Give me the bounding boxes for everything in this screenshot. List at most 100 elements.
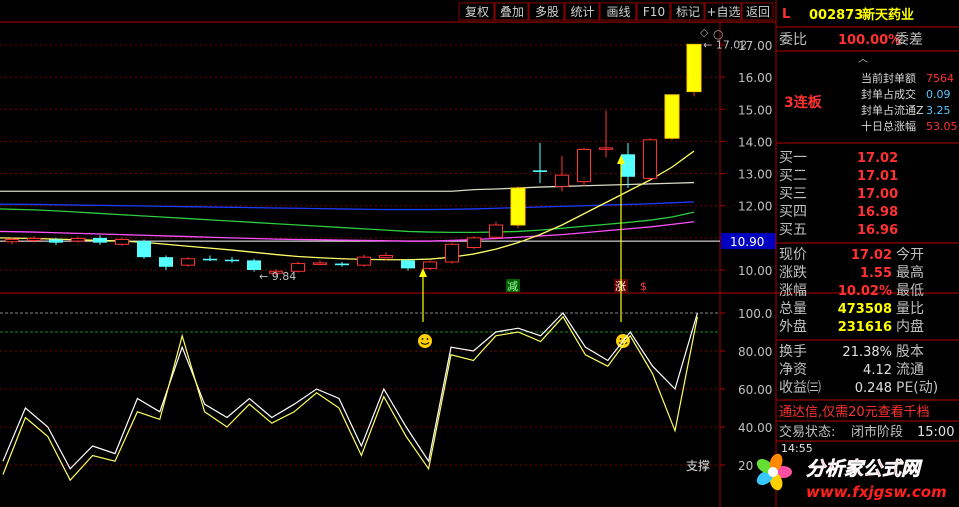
bid-price: 17.02 bbox=[857, 151, 898, 166]
toolbar-button-2[interactable]: 多股 bbox=[528, 2, 565, 21]
candle-8[interactable] bbox=[181, 257, 195, 267]
toolbar-label: 画线 bbox=[606, 5, 630, 19]
toolbar-label: 统计 bbox=[570, 5, 594, 19]
top-toolbar: 复权 叠加 多股 统计 画线 F10 标记 +自选 返回 bbox=[458, 2, 774, 21]
price-tick-label: 10.00 bbox=[738, 264, 772, 278]
toolbar-label: 多股 bbox=[535, 5, 559, 19]
candle-21[interactable] bbox=[467, 236, 481, 250]
candle-6[interactable] bbox=[137, 239, 151, 259]
oscillator-tick-label: 20 bbox=[738, 459, 753, 473]
toolbar-button-1[interactable]: 叠加 bbox=[494, 2, 529, 21]
oscillator-tick-label: 40.00 bbox=[738, 421, 772, 435]
bid-label: 买五 bbox=[779, 222, 807, 238]
price-tick-label: 14.00 bbox=[738, 135, 772, 149]
price-tick-label: 12.00 bbox=[738, 200, 772, 214]
support-label: 支撑 bbox=[686, 458, 710, 473]
stat-label2: 股本 bbox=[896, 344, 924, 360]
candle-31[interactable] bbox=[686, 43, 702, 97]
bid-label: 买三 bbox=[779, 186, 807, 202]
price-tick-label: 16.00 bbox=[738, 71, 772, 85]
limit-up-candle-body[interactable] bbox=[510, 187, 526, 226]
stat-label: 净资 bbox=[779, 362, 807, 378]
oscillator-tick-label: 60.00 bbox=[738, 383, 772, 397]
limit-up-candle-body[interactable] bbox=[664, 94, 680, 139]
collapse-icon[interactable]: ︿ bbox=[858, 54, 868, 65]
watermark-cn: 分析家公式网 bbox=[806, 458, 923, 480]
quote-value: 17.02 bbox=[851, 248, 892, 263]
quote-value: 231616 bbox=[838, 320, 892, 335]
bid-price: 16.98 bbox=[857, 205, 898, 220]
quote-label2: 今开 bbox=[896, 247, 924, 263]
seal-row-label: 封单占成交 bbox=[861, 87, 916, 101]
quote-value: 473508 bbox=[838, 302, 892, 317]
oscillator-tick-label: 80.00 bbox=[738, 345, 772, 359]
quote-label2: 最高 bbox=[896, 264, 924, 281]
trade-status-time: 15:00 bbox=[917, 425, 954, 440]
seal-row-label: 十日总涨幅 bbox=[861, 119, 916, 133]
bid-price: 16.96 bbox=[857, 223, 898, 238]
seal-row-value: 3.25 bbox=[926, 104, 951, 117]
jian-signal-label: 减 bbox=[507, 280, 518, 293]
toolbar-button-6[interactable]: 标记 bbox=[670, 2, 705, 21]
candle-20[interactable] bbox=[445, 242, 459, 264]
toolbar-label: +自选 bbox=[706, 5, 740, 19]
promo-text[interactable]: 通达信,仅需20元查看千档 bbox=[779, 404, 930, 420]
toolbar-button-3[interactable]: 统计 bbox=[564, 2, 600, 21]
stat-label: 换手 bbox=[779, 343, 807, 360]
watermark-url: www.fxjgsw.com bbox=[806, 483, 947, 501]
toolbar-button-0[interactable]: 复权 bbox=[458, 2, 495, 21]
smiley-icon bbox=[418, 334, 432, 348]
toolbar-label: 返回 bbox=[746, 5, 770, 19]
stat-value: 4.12 bbox=[863, 363, 892, 378]
quote-label: 涨跌 bbox=[779, 265, 807, 281]
stat-label: 收益㈢ bbox=[779, 380, 821, 396]
bid-price: 17.00 bbox=[857, 187, 898, 202]
stock-flag: L bbox=[782, 7, 790, 22]
quote-label: 现价 bbox=[779, 247, 807, 263]
weibi-value: 100.00% bbox=[838, 33, 901, 48]
candle-30[interactable] bbox=[664, 94, 680, 140]
quote-label: 外盘 bbox=[779, 318, 807, 335]
toolbar-label: 复权 bbox=[465, 5, 489, 19]
price-tick-label: 15.00 bbox=[738, 103, 772, 117]
seal-row-label: 封单占流通Z bbox=[861, 103, 924, 117]
stock-code: 002873 bbox=[809, 8, 863, 23]
bid-label: 买四 bbox=[779, 204, 807, 220]
stat-value: 21.38% bbox=[842, 345, 892, 360]
candle-23[interactable] bbox=[510, 186, 526, 229]
stock-name: 新天药业 bbox=[862, 7, 914, 23]
price-tick-label: 13.00 bbox=[738, 168, 772, 182]
low-price-label: ← 9.84 bbox=[259, 270, 296, 283]
trade-status-label: 交易状态: bbox=[779, 424, 835, 440]
trade-status-value: 闭市阶段 bbox=[851, 424, 903, 440]
toolbar-button-7[interactable]: +自选 bbox=[704, 2, 742, 21]
candle-19[interactable] bbox=[423, 260, 437, 270]
stock-terminal: 复权 叠加 多股 统计 画线 F10 标记 +自选 返回 17.00 16.00 15.00 14.0… bbox=[0, 0, 959, 507]
toolbar-button-8[interactable]: 返回 bbox=[741, 2, 774, 21]
toolbar-button-4[interactable]: 画线 bbox=[599, 2, 637, 21]
toolbar-label: F10 bbox=[643, 5, 665, 19]
quote-label: 涨幅 bbox=[779, 283, 807, 299]
quote-label2: 量比 bbox=[896, 301, 924, 317]
flower-logo-icon bbox=[768, 467, 778, 477]
s-signal-label: $ bbox=[640, 280, 647, 293]
limit-up-candle-body[interactable] bbox=[686, 43, 702, 93]
quote-label2: 内盘 bbox=[896, 318, 924, 335]
bid-price: 17.01 bbox=[857, 169, 898, 184]
weidiff-label: 委差 bbox=[895, 32, 923, 48]
quote-value: 10.02% bbox=[838, 284, 892, 299]
candle-29[interactable] bbox=[643, 138, 657, 180]
quote-label2: 最低 bbox=[896, 283, 924, 299]
seal-row-label: 当前封单额 bbox=[861, 71, 916, 85]
toolbar-button-5[interactable]: F10 bbox=[636, 2, 671, 21]
toolbar-label: 标记 bbox=[676, 5, 700, 19]
seal-row-value: 53.05 bbox=[926, 120, 958, 133]
oscillator-tick-label: 100.0 bbox=[738, 307, 772, 321]
current-price-label: 10.90 bbox=[730, 235, 764, 249]
diamond-icon[interactable]: ◇ bbox=[700, 26, 709, 39]
candle-26[interactable] bbox=[577, 147, 591, 187]
candle-5[interactable] bbox=[115, 237, 129, 246]
settings-icon[interactable]: ○ bbox=[713, 27, 723, 41]
quote-label: 总量 bbox=[779, 301, 807, 317]
limit-up-streak-badge: 3连板 bbox=[784, 94, 823, 111]
